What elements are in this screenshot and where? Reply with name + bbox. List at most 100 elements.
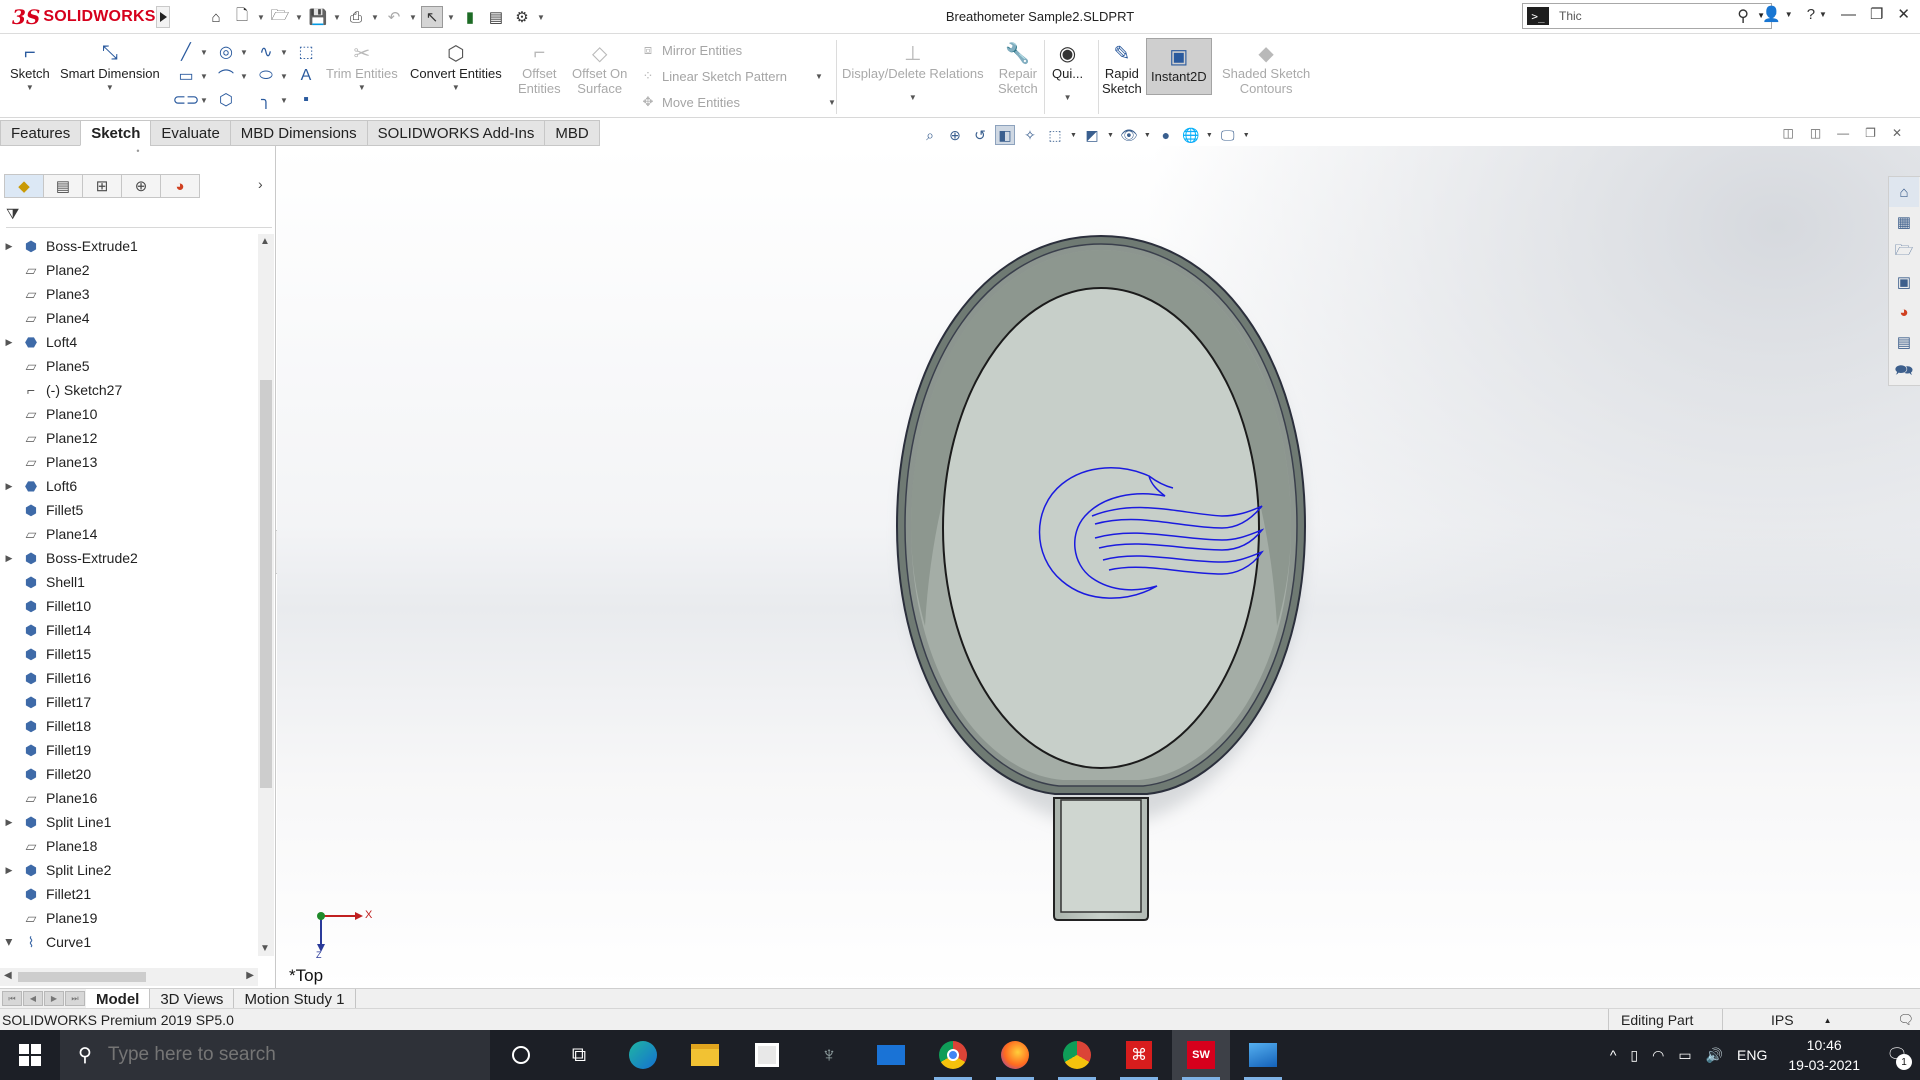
chevron-down-icon[interactable]: ▼ [280, 96, 288, 105]
tab-features[interactable]: Features [0, 120, 82, 146]
chevron-down-icon[interactable]: ▼ [1064, 93, 1072, 102]
feature-tree-item[interactable]: ⌐(-) Sketch29 [0, 954, 258, 956]
feature-tree-item[interactable]: ⬢ Fillet14 [0, 618, 258, 642]
chevron-down-icon[interactable]: ▼ [106, 83, 114, 92]
taskbar-search[interactable]: ⚲ [60, 1030, 490, 1080]
forum-icon[interactable]: 🗪 [1889, 357, 1919, 387]
tab-evaluate[interactable]: Evaluate [150, 120, 231, 146]
polygon-icon[interactable]: ⬡ [216, 90, 236, 110]
feature-tree-item[interactable]: ⬢ Fillet16 [0, 666, 258, 690]
chrome-taskbar-app[interactable] [924, 1030, 982, 1080]
scroll-thumb[interactable] [260, 380, 272, 788]
firefox-taskbar-app[interactable] [986, 1030, 1044, 1080]
panel-grip[interactable]: • [0, 146, 276, 160]
restore-icon[interactable]: ❐ [1870, 5, 1883, 23]
chevron-down-icon[interactable]: ▼ [815, 72, 823, 81]
search-box[interactable]: >_ ⚲ ▼ [1522, 3, 1772, 29]
hide-show-items-icon[interactable]: 👁 [1119, 125, 1139, 145]
solidworks-taskbar-app[interactable]: SW [1172, 1030, 1230, 1080]
chevron-up-icon[interactable]: ▲ [1824, 1016, 1832, 1025]
taskbar-search-input[interactable] [105, 1043, 446, 1067]
feature-tree-item[interactable]: ⌐ (-) Sketch27 [0, 378, 258, 402]
expand-arrow-icon[interactable]: ▶ [0, 553, 18, 564]
tab-mbd-dimensions[interactable]: MBD Dimensions [229, 120, 368, 146]
text-icon[interactable]: A [296, 66, 316, 86]
chevron-down-icon[interactable]: ▼ [1206, 132, 1213, 139]
volume-icon[interactable]: 🔊 [1699, 1047, 1730, 1064]
doc-minimize-icon[interactable]: — [1837, 126, 1849, 140]
design-library-icon[interactable]: ▦ [1889, 207, 1919, 237]
last-tab-icon[interactable]: ⏭ [65, 991, 85, 1006]
chevron-down-icon[interactable]: ▼ [280, 48, 288, 57]
tab-motion-study[interactable]: Motion Study 1 [234, 989, 356, 1009]
chrome-profile-taskbar-app[interactable] [1048, 1030, 1106, 1080]
action-center-button[interactable]: 🗨 1 [1874, 1030, 1920, 1080]
apply-scene-icon[interactable]: 🌐 [1181, 125, 1201, 145]
tree-vertical-scrollbar[interactable]: ▲ ▼ [258, 234, 274, 956]
chevron-up-icon[interactable]: ^ [1603, 1047, 1624, 1063]
display-delete-relations-button[interactable]: ⊥ Display/Delete Relations ▼ [842, 40, 984, 103]
section-view-icon[interactable]: ◧ [995, 125, 1015, 145]
cortana-button[interactable] [492, 1030, 550, 1080]
convert-entities-button[interactable]: ⬡ Convert Entities ▼ [410, 40, 502, 93]
edit-appearance-icon[interactable]: ● [1156, 125, 1176, 145]
chevron-down-icon[interactable]: ▼ [1107, 132, 1114, 139]
next-tab-icon[interactable]: ▶ [44, 991, 64, 1006]
chevron-down-icon[interactable]: ▼ [200, 72, 208, 81]
tile-left-icon[interactable]: ◫ [1782, 126, 1793, 140]
expand-arrow-icon[interactable]: ▶ [4, 933, 15, 951]
filter-icon[interactable]: ⧩ [6, 206, 19, 223]
chevron-down-icon[interactable]: ▼ [358, 83, 366, 92]
circle-icon[interactable]: ◎ [216, 42, 236, 62]
configuration-manager-tab-icon[interactable]: ⊞ [82, 174, 122, 198]
custom-properties-icon[interactable]: ▤ [1889, 327, 1919, 357]
task-view-button[interactable]: ⧉ [550, 1030, 608, 1080]
scroll-right-icon[interactable]: ▶ [246, 970, 254, 981]
mirror-entities-button[interactable]: ⧈ Mirror Entities [640, 42, 742, 58]
scroll-down-icon[interactable]: ▼ [260, 943, 270, 954]
tab-solidworks-add-ins[interactable]: SOLIDWORKS Add-Ins [366, 120, 546, 146]
solidworks-resources-icon[interactable]: ⌂ [1889, 177, 1919, 207]
scroll-up-icon[interactable]: ▲ [260, 236, 270, 247]
expand-arrow-icon[interactable]: ▶ [0, 337, 18, 348]
tab-3d-views[interactable]: 3D Views [150, 989, 235, 1009]
feature-tree-item[interactable]: ▶ ⬢ Split Line2 [0, 858, 258, 882]
first-tab-icon[interactable]: ⏮ [2, 991, 22, 1006]
feature-tree-item[interactable]: ⬢ Shell1 [0, 570, 258, 594]
clock[interactable]: 10:46 19-03-2021 [1774, 1035, 1874, 1075]
chevron-down-icon[interactable]: ▼ [280, 72, 288, 81]
battery-icon[interactable]: ▭ [1671, 1047, 1698, 1064]
feature-tree-item[interactable]: ▱ Plane12 [0, 426, 258, 450]
tile-right-icon[interactable]: ◫ [1810, 126, 1821, 140]
feature-manager-tab-icon[interactable]: ◆ [4, 174, 44, 198]
linear-sketch-pattern-button[interactable]: ⁘ Linear Sketch Pattern ▼ [640, 68, 823, 84]
feature-tree-item[interactable]: ▱ Plane13 [0, 450, 258, 474]
minimize-icon[interactable]: — [1841, 6, 1856, 23]
fillet-icon[interactable]: ╮ [256, 90, 276, 110]
feature-tree-item[interactable]: ⬢ Fillet15 [0, 642, 258, 666]
appearances-icon[interactable]: ◕ [1889, 297, 1919, 327]
file-explorer-taskbar-app[interactable] [676, 1030, 734, 1080]
previous-view-icon[interactable]: ↺ [970, 125, 990, 145]
feature-tree-item[interactable]: ⬢ Fillet20 [0, 762, 258, 786]
feature-tree-item[interactable]: ⬢ Fillet18 [0, 714, 258, 738]
feature-tree-item[interactable]: ▱ Plane3 [0, 282, 258, 306]
feature-tree-item[interactable]: ▶ ⬣ Loft6 [0, 474, 258, 498]
feature-tree-item[interactable]: ▱ Plane14 [0, 522, 258, 546]
chevron-down-icon[interactable]: ▼ [452, 83, 460, 92]
chevron-down-icon[interactable]: ▼ [1819, 10, 1827, 19]
doc-close-icon[interactable]: ✕ [1892, 126, 1902, 140]
construction-geometry-icon[interactable]: ⬚ [296, 42, 316, 62]
mail-taskbar-app[interactable] [862, 1030, 920, 1080]
view-orientation-icon[interactable]: ⬚ [1045, 125, 1065, 145]
user-icon[interactable]: 👤 [1762, 5, 1781, 23]
feature-tree-item[interactable]: ⬢ Fillet5 [0, 498, 258, 522]
start-button[interactable] [0, 1030, 60, 1080]
part-model[interactable] [277, 146, 1920, 988]
feature-tree-item[interactable]: ▶ ⬢ Boss-Extrude1 [0, 234, 258, 258]
doc-restore-icon[interactable]: ❐ [1865, 126, 1876, 140]
feature-tree-item[interactable]: ⬢ Fillet19 [0, 738, 258, 762]
sketch-button[interactable]: ⌐ Sketch ▼ [10, 40, 50, 93]
quick-snaps-button[interactable]: ◉ Qui... ▼ [1052, 40, 1083, 103]
file-explorer-icon[interactable]: 🗁 [1889, 237, 1919, 267]
